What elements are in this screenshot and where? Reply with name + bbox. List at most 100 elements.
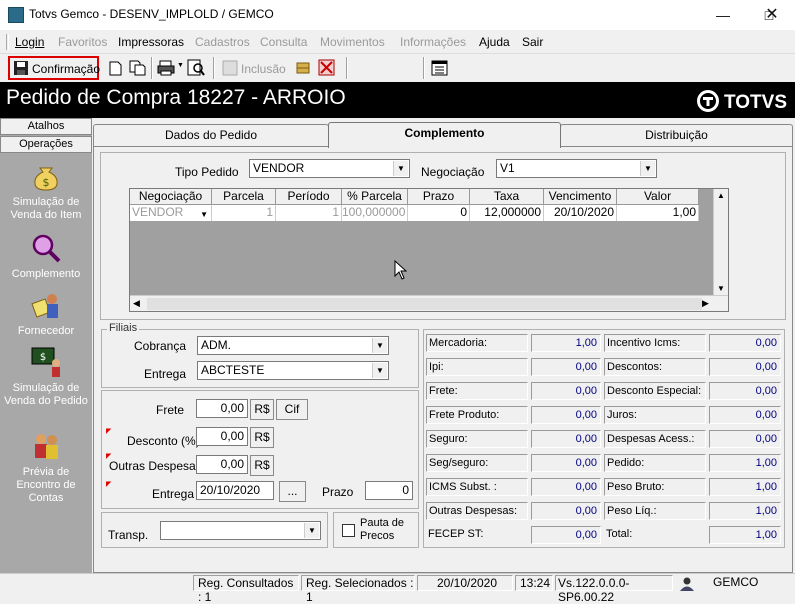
tab-atalhos[interactable]: Atalhos [0, 118, 92, 135]
op-simulacao-venda-item[interactable]: $ Simulação de Venda do Item [0, 160, 92, 222]
grid-cell-taxa[interactable]: 12,000000 [470, 205, 544, 221]
scroll-left-icon[interactable]: ◀ [133, 298, 140, 309]
grid-header-percent-parcela[interactable]: % Parcela [342, 189, 408, 205]
scroll-down-icon[interactable]: ▼ [717, 284, 725, 293]
scroll-track[interactable] [147, 298, 702, 310]
op-complemento[interactable]: Complemento [0, 232, 92, 281]
tipo-pedido-select[interactable]: VENDOR ▼ [249, 159, 410, 178]
new-document-icon[interactable] [109, 61, 122, 76]
chevron-down-icon[interactable]: ▼ [640, 161, 655, 176]
menu-impressoras[interactable]: Impressoras [118, 35, 184, 49]
grid-header-periodo[interactable]: Período [276, 189, 342, 205]
entrega-filial-select[interactable]: ABCTESTE ▼ [197, 361, 389, 380]
grid-cell-prazo[interactable]: 0 [408, 205, 470, 221]
op-label: Simulação de Venda do Pedido [4, 382, 88, 407]
tab-distribuicao[interactable]: Distribuição [560, 124, 793, 146]
prazo-label: Prazo [322, 485, 354, 499]
outras-currency-button[interactable]: R$ [250, 455, 274, 476]
menu-login[interactable]: Login [15, 35, 44, 49]
tab-operacoes[interactable]: Operações [0, 136, 92, 153]
printer-icon[interactable] [157, 60, 175, 76]
chevron-down-icon[interactable]: ▼ [372, 338, 387, 353]
tools-icon[interactable] [295, 60, 311, 76]
menu-movimentos[interactable]: Movimentos [320, 35, 385, 49]
chevron-down-icon[interactable]: ▼ [393, 161, 408, 176]
entrega-date-label: Entrega [152, 487, 195, 501]
entrega-date-picker-button[interactable]: ... [279, 481, 306, 502]
op-label: Fornecedor [17, 325, 75, 337]
required-marker: ◤ [106, 428, 112, 435]
scroll-right-icon[interactable]: ▶ [702, 298, 709, 309]
total-value: 0,00 [709, 334, 781, 352]
transp-label: Transp. [108, 528, 149, 542]
calendar-icon[interactable] [431, 59, 448, 76]
grid-cell-percent-parcela[interactable]: 100,000000 [342, 205, 408, 221]
entrega-date-input[interactable]: 20/10/2020 [196, 481, 274, 500]
total-label: FECEP ST: [428, 528, 484, 540]
grid-cell-valor[interactable]: 1,00 [617, 205, 699, 221]
chevron-down-icon[interactable]: ▼ [200, 207, 208, 222]
menu-consulta[interactable]: Consulta [260, 35, 307, 49]
op-label: Complemento [11, 268, 81, 280]
op-previa-encontro-contas[interactable]: Prévia de Encontro de Contas [0, 430, 92, 505]
grid-cell-parcela[interactable]: 1 [212, 205, 276, 221]
search-document-icon[interactable] [187, 59, 205, 77]
frete-input[interactable]: 0,00 [196, 399, 248, 418]
grid-header-vencimento[interactable]: Vencimento [544, 189, 617, 205]
desconto-currency-button[interactable]: R$ [250, 427, 274, 448]
minimize-button[interactable]: — [700, 0, 746, 30]
printer-dropdown-icon[interactable]: ▼ [177, 62, 184, 69]
menu-sair[interactable]: Sair [522, 35, 543, 49]
prazo-input[interactable]: 0 [365, 481, 413, 500]
negociacao-select[interactable]: V1 ▼ [496, 159, 657, 178]
total-value: 1,00 [709, 526, 781, 544]
parcelas-grid[interactable]: Negociação Parcela Período % Parcela Pra… [129, 188, 729, 312]
desconto-input[interactable]: 0,00 [196, 427, 248, 446]
menu-favoritos[interactable]: Favoritos [58, 35, 107, 49]
total-value: 0,00 [531, 526, 601, 544]
delete-icon[interactable] [318, 59, 335, 76]
op-simulacao-venda-pedido[interactable]: $ Simulação de Venda do Pedido [0, 346, 92, 408]
total-label: Seg/seguro: [426, 454, 528, 472]
menu-informacoes[interactable]: Informações [400, 35, 466, 49]
grid-header-parcela[interactable]: Parcela [212, 189, 276, 205]
close-button[interactable]: ✕ [749, 0, 795, 30]
svg-text:$: $ [43, 176, 50, 189]
grid-header-valor[interactable]: Valor [617, 189, 699, 205]
chevron-down-icon[interactable]: ▼ [372, 363, 387, 378]
total-value: 0,00 [531, 502, 601, 520]
grid-vertical-scrollbar[interactable]: ▲ ▼ [713, 189, 728, 295]
frete-currency-button[interactable]: R$ [250, 399, 274, 420]
grid-cell-negociacao[interactable]: VENDOR ▼ [130, 205, 212, 221]
user-icon [680, 577, 694, 591]
total-value: 0,00 [531, 430, 601, 448]
title-bar: Totvs Gemco - DESENV_IMPLOLD / GEMCO — □… [0, 0, 795, 30]
required-marker: ◤ [106, 481, 112, 488]
transp-select[interactable]: ▼ [160, 521, 321, 540]
total-label: Seguro: [426, 430, 528, 448]
copy-document-icon[interactable] [129, 60, 146, 76]
grid-header-taxa[interactable]: Taxa [470, 189, 544, 205]
pauta-checkbox[interactable] [342, 524, 355, 537]
scroll-up-icon[interactable]: ▲ [717, 191, 725, 200]
grid-cell-periodo[interactable]: 1 [276, 205, 342, 221]
op-fornecedor[interactable]: Fornecedor [0, 289, 92, 338]
total-label: ICMS Subst. : [426, 478, 528, 496]
outras-despesas-input[interactable]: 0,00 [196, 455, 248, 474]
confirm-button[interactable]: Confirmação [8, 56, 100, 80]
cobranca-select[interactable]: ADM. ▼ [197, 336, 389, 355]
grid-header-negociacao[interactable]: Negociação [130, 189, 212, 205]
tab-complemento[interactable]: Complemento [328, 122, 561, 148]
grid-header-prazo[interactable]: Prazo [408, 189, 470, 205]
menu-ajuda[interactable]: Ajuda [479, 35, 510, 49]
chevron-down-icon[interactable]: ▼ [304, 523, 319, 538]
entrega-filial-label: Entrega [144, 367, 187, 381]
tab-dados-do-pedido[interactable]: Dados do Pedido [93, 124, 329, 146]
grid-cell-vencimento[interactable]: 20/10/2020 [544, 205, 617, 221]
menu-cadastros[interactable]: Cadastros [195, 35, 250, 49]
grid-horizontal-scrollbar[interactable]: ◀ ▶ [130, 295, 728, 311]
mouse-cursor-icon [394, 260, 407, 280]
total-label: Despesas Acess.: [604, 430, 706, 448]
total-label: Peso Bruto: [604, 478, 706, 496]
cif-button[interactable]: Cif [276, 399, 308, 420]
